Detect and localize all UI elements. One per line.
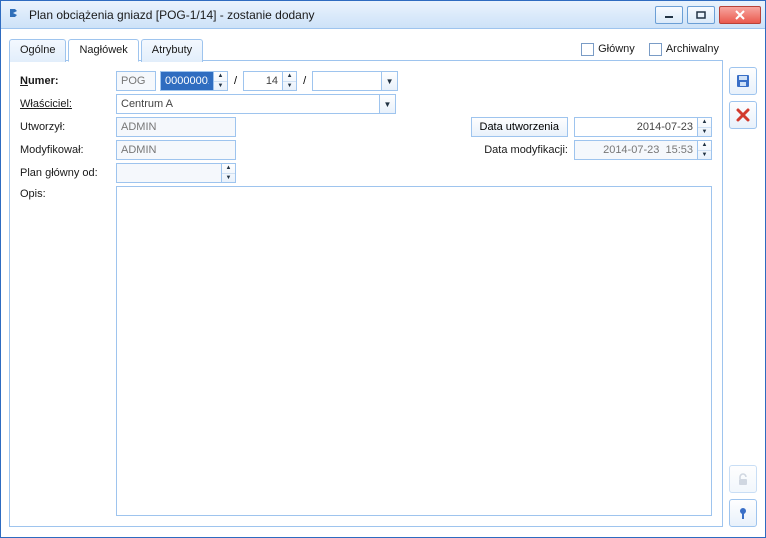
- spinner-buttons[interactable]: ▲▼: [222, 163, 236, 183]
- wlasciciel-field[interactable]: [116, 94, 380, 114]
- spinner-buttons[interactable]: ▲▼: [283, 71, 297, 91]
- form-panel: Numer: ▲▼ / ▲▼ / ▼: [9, 60, 723, 527]
- content-area: Ogólne Nagłówek Atrybuty Główny Archiwal…: [1, 29, 729, 537]
- checkbox-icon: [649, 43, 662, 56]
- label-plan-glowny-od: Plan główny od:: [20, 167, 112, 179]
- data-utworzenia-field[interactable]: [574, 117, 698, 137]
- data-utworzenia-button[interactable]: Data utworzenia: [471, 117, 569, 137]
- numer-suffix-field[interactable]: [312, 71, 382, 91]
- label-utworzyl: Utworzył:: [20, 121, 112, 133]
- side-actions: [729, 29, 765, 537]
- delete-button[interactable]: [729, 101, 757, 129]
- close-button[interactable]: [719, 6, 761, 24]
- app-icon: [7, 7, 23, 23]
- chevron-down-icon[interactable]: ▼: [380, 94, 396, 114]
- separator: /: [232, 75, 239, 87]
- check-archiwalny[interactable]: Archiwalny: [649, 43, 719, 56]
- label-data-modyfikacji: Data modyfikacji:: [484, 144, 568, 156]
- plan-date-spinner[interactable]: ▲▼: [116, 163, 236, 183]
- numer-year-spinner[interactable]: ▲▼: [243, 71, 297, 91]
- numer-seq-field[interactable]: [160, 71, 214, 91]
- spinner-buttons[interactable]: ▲▼: [214, 71, 228, 91]
- minimize-button[interactable]: [655, 6, 683, 24]
- pin-icon: [735, 505, 751, 521]
- body: Ogólne Nagłówek Atrybuty Główny Archiwal…: [1, 29, 765, 537]
- checkbox-icon: [581, 43, 594, 56]
- data-utworzenia-spinner[interactable]: ▲▼: [574, 117, 712, 137]
- window-frame: Plan obciążenia gniazd [POG-1/14] - zost…: [0, 0, 766, 538]
- modyfikowal-field: [116, 140, 236, 160]
- titlebar: Plan obciążenia gniazd [POG-1/14] - zost…: [1, 1, 765, 29]
- label-modyfikowal: Modyfikował:: [20, 144, 112, 156]
- maximize-button[interactable]: [687, 6, 715, 24]
- tab-naglowek[interactable]: Nagłówek: [68, 39, 138, 62]
- numer-suffix-combo[interactable]: ▼: [312, 71, 398, 91]
- numer-year-field[interactable]: [243, 71, 283, 91]
- topbar: Ogólne Nagłówek Atrybuty Główny Archiwal…: [9, 37, 723, 61]
- spinner-buttons: ▲▼: [698, 140, 712, 160]
- pin-button[interactable]: [729, 499, 757, 527]
- window-buttons: [655, 6, 761, 24]
- tab-ogolne[interactable]: Ogólne: [9, 39, 66, 62]
- tab-atrybuty[interactable]: Atrybuty: [141, 39, 203, 62]
- wlasciciel-combo[interactable]: ▼: [116, 94, 396, 114]
- label-opis: Opis:: [20, 186, 112, 200]
- check-archiwalny-label: Archiwalny: [666, 43, 719, 55]
- tab-bar: Ogólne Nagłówek Atrybuty: [9, 38, 205, 61]
- delete-icon: [735, 107, 751, 123]
- data-modyfikacji-spinner: ▲▼: [574, 140, 712, 160]
- lock-icon: [735, 471, 751, 487]
- window-title: Plan obciążenia gniazd [POG-1/14] - zost…: [29, 8, 649, 22]
- utworzyl-field: [116, 117, 236, 137]
- numer-seq-spinner[interactable]: ▲▼: [160, 71, 228, 91]
- label-numer: Numer:: [20, 75, 112, 87]
- separator: /: [301, 75, 308, 87]
- save-button[interactable]: [729, 67, 757, 95]
- plan-date-field[interactable]: [116, 163, 222, 183]
- check-glowny-label: Główny: [598, 43, 635, 55]
- data-modyfikacji-field: [574, 140, 698, 160]
- chevron-down-icon[interactable]: ▼: [382, 71, 398, 91]
- lock-button[interactable]: [729, 465, 757, 493]
- save-icon: [735, 73, 751, 89]
- spinner-buttons[interactable]: ▲▼: [698, 117, 712, 137]
- opis-textarea[interactable]: [116, 186, 712, 516]
- numer-prefix-field: [116, 71, 156, 91]
- check-glowny[interactable]: Główny: [581, 43, 635, 56]
- label-wlasciciel[interactable]: Właściciel:: [20, 98, 112, 110]
